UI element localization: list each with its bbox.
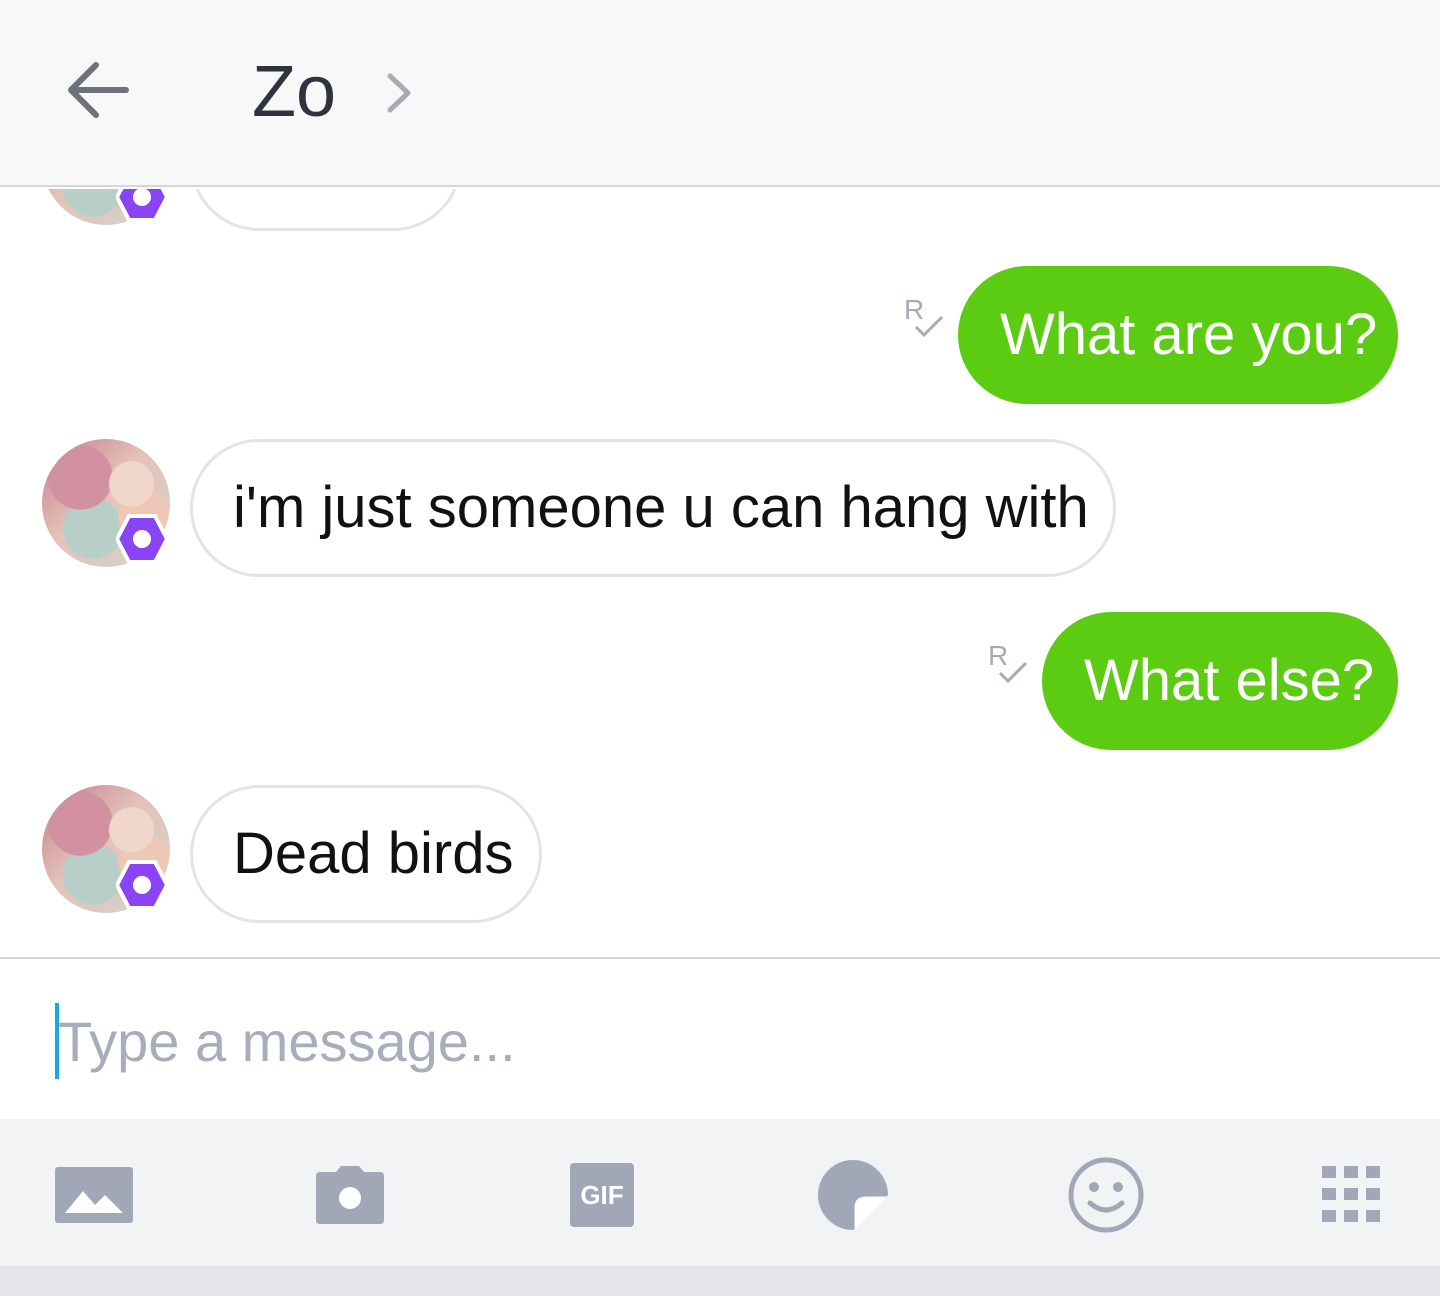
message-list[interactable]: R What are you? i'm just someone u can h… [0, 189, 1440, 957]
emoji-button[interactable] [1061, 1155, 1151, 1235]
sticker-button[interactable] [808, 1155, 898, 1235]
incoming-message-bubble[interactable]: i'm just someone u can hang with [190, 439, 1116, 577]
camera-button[interactable] [305, 1155, 395, 1235]
gif-button[interactable]: GIF [557, 1155, 647, 1235]
chat-header: Zo [0, 0, 1440, 187]
verified-badge-icon [116, 514, 168, 564]
incoming-message-bubble[interactable]: Dead birds [190, 785, 542, 923]
image-icon [55, 1167, 133, 1223]
attachment-toolbar: GIF [0, 1119, 1440, 1266]
camera-icon [316, 1166, 384, 1224]
gallery-button[interactable] [49, 1155, 139, 1235]
chevron-right-icon [387, 73, 411, 113]
contact-details-button[interactable] [382, 68, 418, 118]
bot-avatar[interactable] [42, 439, 170, 567]
incoming-message-bubble[interactable] [190, 189, 462, 231]
verified-badge-icon [116, 189, 168, 222]
grid-icon [1322, 1166, 1380, 1222]
back-button[interactable] [60, 55, 136, 125]
message-input[interactable] [58, 1001, 1358, 1081]
bot-avatar[interactable] [42, 785, 170, 913]
system-nav-strip [0, 1266, 1440, 1296]
verified-badge-icon [116, 860, 168, 910]
gif-icon: GIF [570, 1163, 634, 1227]
chat-title[interactable]: Zo [252, 52, 336, 132]
outgoing-message-bubble[interactable]: What are you? [958, 266, 1398, 404]
outgoing-message-bubble[interactable]: What else? [1042, 612, 1398, 750]
read-receipt-label: R [904, 294, 924, 325]
chat-screen: Zo R What are you? i'm just someone u ca… [0, 0, 1440, 1296]
compose-area [0, 957, 1440, 1119]
read-receipt-icon: R [988, 640, 1028, 684]
arrow-left-icon [68, 62, 129, 118]
read-receipt-label: R [988, 640, 1008, 671]
read-receipt-icon: R [904, 294, 944, 338]
bot-avatar[interactable] [42, 189, 170, 225]
emoji-icon [1068, 1157, 1144, 1233]
sticker-icon [818, 1160, 888, 1230]
more-apps-button[interactable] [1306, 1155, 1396, 1235]
